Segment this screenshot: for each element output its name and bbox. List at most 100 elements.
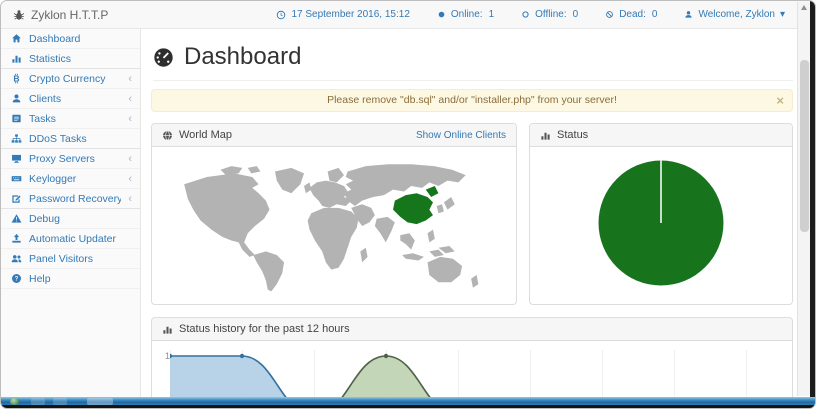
edit-icon	[11, 193, 22, 204]
dashboard-panels-row: World Map Show Online Clients Status	[151, 123, 793, 305]
bar-chart-icon	[540, 130, 551, 141]
user-icon	[684, 10, 693, 19]
sidebar-item-label: Panel Visitors	[29, 252, 94, 265]
offline-counter[interactable]: Offline: 0	[521, 9, 578, 20]
sidebar-item-label: Keylogger	[29, 172, 77, 185]
taskbar-icon[interactable]	[31, 397, 45, 405]
sidebar-item-statistics[interactable]: Statistics	[1, 49, 140, 69]
sidebar-item-label: Dashboard	[29, 32, 81, 45]
status-title: Status	[557, 129, 589, 141]
world-map-body	[152, 147, 516, 304]
user-icon	[11, 93, 22, 104]
warning-alert: Please remove "db.sql" and/or "installer…	[151, 89, 793, 112]
sidebar-item-label: Clients	[29, 92, 62, 105]
status-panel: Status	[529, 123, 793, 305]
caret-down-icon: ▾	[779, 9, 785, 20]
sidebar-item-label: Help	[29, 272, 51, 285]
online-count: 1	[488, 9, 495, 20]
show-online-clients-link[interactable]: Show Online Clients	[416, 130, 506, 141]
navbar-right: 17 September 2016, 15:12 Online: 1 Offli…	[276, 9, 785, 20]
sidebar-nav: Dashboard Statistics B Crypto Currency ‹…	[1, 29, 141, 408]
ban-icon	[605, 10, 614, 19]
sidebar-item-crypto-currency[interactable]: B Crypto Currency ‹	[1, 69, 140, 89]
brand-label: Zyklon H.T.T.P	[31, 7, 109, 22]
brand-link[interactable]: Zyklon H.T.T.P	[13, 8, 108, 22]
bar-chart-icon	[11, 53, 22, 64]
user-menu-label: Welcome, Zyklon	[698, 9, 775, 20]
circle-outline-icon	[521, 10, 530, 19]
sidebar-item-panel-visitors[interactable]: Panel Visitors	[1, 249, 140, 269]
svg-text:B: B	[13, 74, 19, 84]
alert-message: Please remove "db.sql" and/or "installer…	[327, 94, 617, 106]
sidebar-item-help[interactable]: ? Help	[1, 269, 140, 289]
sidebar-item-label: Automatic Updater	[29, 232, 116, 245]
datetime-label: 17 September 2016, 15:12	[291, 9, 410, 20]
status-pie-chart[interactable]	[586, 152, 736, 294]
status-history-title: Status history for the past 12 hours	[179, 323, 350, 335]
status-panel-header: Status	[530, 124, 792, 147]
sidebar-item-label: DDoS Tasks	[29, 132, 87, 145]
sidebar-item-label: Debug	[29, 212, 60, 225]
sidebar-item-clients[interactable]: Clients ‹	[1, 89, 140, 109]
dead-count: 0	[651, 9, 658, 20]
desktop-icon	[11, 153, 22, 164]
world-map-panel-header: World Map Show Online Clients	[152, 124, 516, 147]
close-icon[interactable]: ×	[776, 90, 784, 111]
world-map-panel: World Map Show Online Clients	[151, 123, 517, 305]
sidebar-item-dashboard[interactable]: Dashboard	[1, 29, 140, 49]
taskbar-icon[interactable]	[53, 397, 67, 405]
globe-icon	[162, 130, 173, 141]
status-history-header: Status history for the past 12 hours	[152, 318, 792, 341]
world-map-title: World Map	[179, 129, 232, 141]
online-label: Online:	[450, 9, 483, 20]
main-content: Dashboard Please remove "db.sql" and/or …	[141, 29, 797, 408]
home-icon	[11, 33, 22, 44]
sidebar-item-debug[interactable]: Debug	[1, 209, 140, 229]
circle-filled-icon	[437, 10, 446, 19]
sidebar-item-automatic-updater[interactable]: Automatic Updater	[1, 229, 140, 249]
users-icon	[11, 253, 22, 264]
sidebar-item-label: Proxy Servers	[29, 152, 95, 165]
sidebar-item-keylogger[interactable]: Keylogger ‹	[1, 169, 140, 189]
clock-icon	[276, 10, 286, 20]
keyboard-icon	[11, 173, 22, 184]
browser-window: Zyklon H.T.T.P 17 September 2016, 15:12 …	[0, 0, 816, 409]
sidebar-item-label: Statistics	[29, 52, 72, 65]
sidebar-item-label: Password Recovery	[29, 192, 122, 205]
dead-label: Dead:	[619, 9, 646, 20]
sidebar-item-password-recovery[interactable]: Password Recovery ‹	[1, 189, 140, 209]
data-point	[383, 353, 389, 359]
user-menu-dropdown[interactable]: Welcome, Zyklon ▾	[684, 9, 785, 20]
sidebar-item-proxy-servers[interactable]: Proxy Servers ‹	[1, 149, 140, 169]
offline-count: 0	[572, 9, 579, 20]
map-land	[184, 163, 479, 291]
vertical-scrollbar[interactable]	[797, 2, 810, 396]
gauge-icon	[153, 47, 174, 68]
world-map-svg[interactable]	[166, 153, 502, 299]
map-country-china[interactable]	[393, 185, 439, 224]
taskbar-active-icon[interactable]	[87, 397, 113, 405]
offline-label: Offline:	[535, 9, 567, 20]
status-panel-body	[530, 147, 792, 299]
top-navbar: Zyklon H.T.T.P 17 September 2016, 15:12 …	[1, 1, 815, 29]
sidebar-item-tasks[interactable]: Tasks ‹	[1, 109, 140, 129]
warning-icon	[11, 213, 22, 224]
online-counter[interactable]: Online: 1	[437, 9, 494, 20]
window-bottom-edge	[1, 405, 815, 408]
bar-chart-icon	[162, 324, 173, 335]
scrollbar-thumb[interactable]	[800, 60, 809, 232]
sitemap-icon	[11, 133, 22, 144]
upload-icon	[11, 233, 22, 244]
dead-counter[interactable]: Dead: 0	[605, 9, 657, 20]
bitcoin-icon: B	[11, 73, 22, 84]
datetime-display: 17 September 2016, 15:12	[276, 9, 410, 20]
sidebar-item-ddos-tasks[interactable]: DDoS Tasks	[1, 129, 140, 149]
scrollbar-up-arrow-icon[interactable]	[801, 4, 808, 11]
status-history-panel: Status history for the past 12 hours 1	[151, 317, 793, 408]
question-icon: ?	[11, 273, 22, 284]
page-title: Dashboard	[184, 43, 302, 70]
window-right-edge	[810, 1, 815, 408]
windows-taskbar[interactable]	[1, 397, 815, 405]
start-button-icon[interactable]	[10, 398, 19, 405]
page-header: Dashboard	[153, 43, 793, 81]
